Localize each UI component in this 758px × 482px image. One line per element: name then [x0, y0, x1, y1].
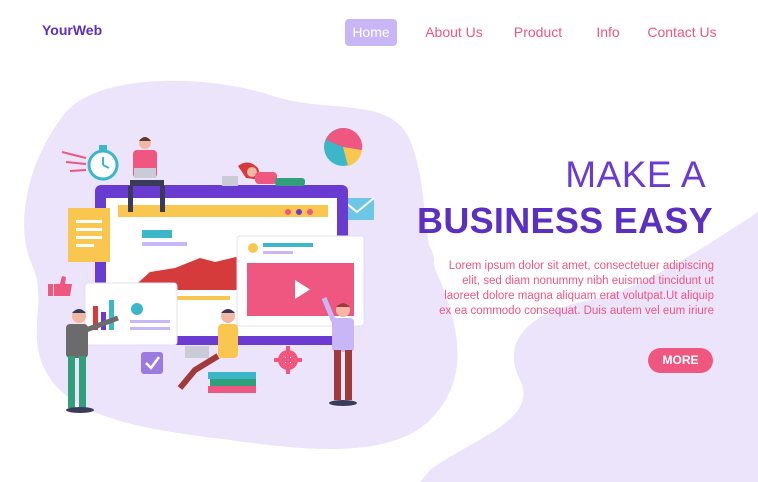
- pie-chart-icon: [324, 127, 363, 166]
- person-lying-laptop: [222, 162, 305, 186]
- hero-title-line2: BUSINESS EASY: [417, 200, 713, 241]
- checkbox-icon: [141, 352, 163, 374]
- bar-chart-icon: [84, 282, 178, 346]
- document-icon: [68, 208, 110, 262]
- gear-icon: [274, 346, 302, 374]
- more-button[interactable]: MORE: [648, 348, 713, 373]
- hero-title-line1: MAKE A: [565, 154, 706, 195]
- stopwatch-icon: [61, 145, 119, 181]
- thumbs-up-icon: [48, 276, 72, 296]
- hero-description: Lorem ipsum dolor sit amet, consectetuer…: [439, 260, 714, 317]
